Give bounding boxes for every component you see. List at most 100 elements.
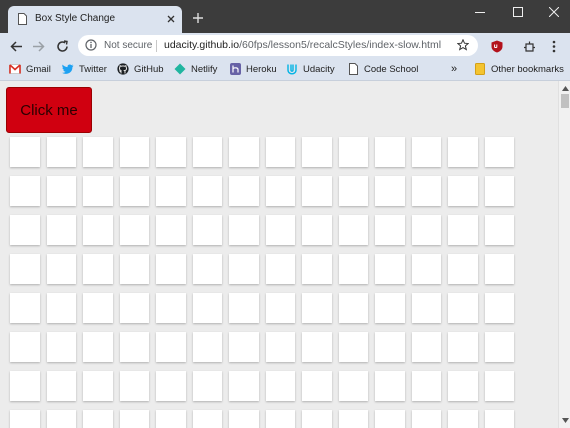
grid-box: [156, 371, 186, 401]
scroll-down-icon[interactable]: [561, 417, 569, 423]
grid-box: [484, 254, 514, 284]
grid-box: [302, 332, 332, 362]
close-icon[interactable]: [544, 3, 564, 21]
grid-box: [375, 215, 405, 245]
grid-box: [119, 332, 149, 362]
bookmark-label: Twitter: [79, 63, 107, 75]
grid-box: [338, 137, 368, 167]
back-icon[interactable]: [7, 37, 25, 55]
folder-icon: [474, 63, 486, 75]
grid-box: [83, 176, 113, 206]
grid-box: [192, 215, 222, 245]
grid-box: [83, 332, 113, 362]
other-bookmarks[interactable]: Other bookmarks: [474, 62, 564, 76]
grid-box: [46, 371, 76, 401]
bookmark-label: Netlify: [191, 63, 218, 75]
grid-box: [484, 371, 514, 401]
grid-box: [156, 293, 186, 323]
grid-box: [484, 176, 514, 206]
grid-box: [265, 293, 295, 323]
grid-box: [83, 215, 113, 245]
bookmark-gmail[interactable]: Gmail: [9, 62, 51, 76]
grid-box: [448, 176, 478, 206]
grid-box: [411, 215, 441, 245]
menu-icon[interactable]: [545, 37, 563, 55]
bookmarks-overflow-button[interactable]: »: [451, 62, 457, 76]
bookmark-heroku[interactable]: Heroku: [229, 62, 277, 76]
grid-box: [192, 254, 222, 284]
tab-title: Box Style Change: [35, 13, 116, 24]
bookmark-label: Code School: [364, 63, 419, 75]
tab-close-icon[interactable]: [164, 12, 178, 26]
grid-box: [46, 215, 76, 245]
grid-box: [46, 332, 76, 362]
grid-box: [411, 371, 441, 401]
grid-box: [302, 371, 332, 401]
github-icon: [117, 63, 129, 75]
page-content: Click me: [0, 81, 558, 428]
bookmark-github[interactable]: GitHub: [117, 62, 164, 76]
grid-box: [338, 332, 368, 362]
grid-box: [338, 176, 368, 206]
grid-box: [375, 137, 405, 167]
forward-icon[interactable]: [29, 37, 47, 55]
bookmark-code-school[interactable]: Code School: [347, 62, 418, 76]
reload-icon[interactable]: [53, 37, 71, 55]
grid-box: [46, 254, 76, 284]
ublock-extension-icon[interactable]: [488, 37, 506, 55]
grid-box: [375, 371, 405, 401]
scrollbar-thumb[interactable]: [561, 94, 569, 108]
star-icon[interactable]: [456, 38, 470, 52]
minimize-icon[interactable]: [470, 3, 490, 21]
tab-box-style-change[interactable]: Box Style Change: [8, 6, 182, 33]
grid-box: [265, 254, 295, 284]
grid-box: [375, 410, 405, 428]
click-me-button[interactable]: Click me: [6, 87, 92, 133]
grid-box: [192, 137, 222, 167]
maximize-icon[interactable]: [508, 3, 528, 21]
grid-box: [484, 137, 514, 167]
security-label: Not secure: [104, 40, 153, 51]
grid-box: [156, 137, 186, 167]
grid-box: [265, 410, 295, 428]
grid-box: [229, 293, 259, 323]
bookmark-netlify[interactable]: Netlify: [174, 62, 217, 76]
grid-box: [192, 332, 222, 362]
new-tab-icon[interactable]: [190, 10, 206, 26]
grid-box: [83, 137, 113, 167]
heroku-icon: [229, 63, 241, 75]
scroll-up-icon[interactable]: [561, 85, 569, 91]
grid-box: [119, 293, 149, 323]
grid-box: [411, 410, 441, 428]
page-icon: [18, 13, 27, 25]
grid-box: [10, 215, 40, 245]
grid-box: [484, 332, 514, 362]
bookmark-label: Heroku: [246, 63, 277, 75]
bookmark-udacity[interactable]: Udacity: [286, 62, 335, 76]
extensions-icon[interactable]: [520, 37, 538, 55]
grid-box: [484, 215, 514, 245]
page-icon: [347, 63, 359, 75]
bookmark-twitter[interactable]: Twitter: [62, 62, 107, 76]
grid-box: [229, 410, 259, 428]
grid-box: [46, 410, 76, 428]
grid-box: [375, 293, 405, 323]
grid-box: [10, 293, 40, 323]
grid-box: [375, 254, 405, 284]
grid-box: [302, 215, 332, 245]
grid-box: [192, 176, 222, 206]
url-text[interactable]: udacity.github.io/60fps/lesson5/recalcSt…: [164, 39, 441, 51]
info-icon[interactable]: [84, 38, 98, 52]
grid-box: [46, 137, 76, 167]
grid-box: [83, 371, 113, 401]
grid-box: [338, 254, 368, 284]
grid-box: [229, 332, 259, 362]
vertical-scrollbar[interactable]: [558, 81, 570, 428]
address-bar[interactable]: Not secure udacity.github.io/60fps/lesso…: [78, 35, 478, 56]
grid-box: [192, 293, 222, 323]
grid-box: [448, 371, 478, 401]
grid-box: [448, 410, 478, 428]
grid-box: [302, 254, 332, 284]
grid-box: [484, 293, 514, 323]
grid-box: [229, 215, 259, 245]
